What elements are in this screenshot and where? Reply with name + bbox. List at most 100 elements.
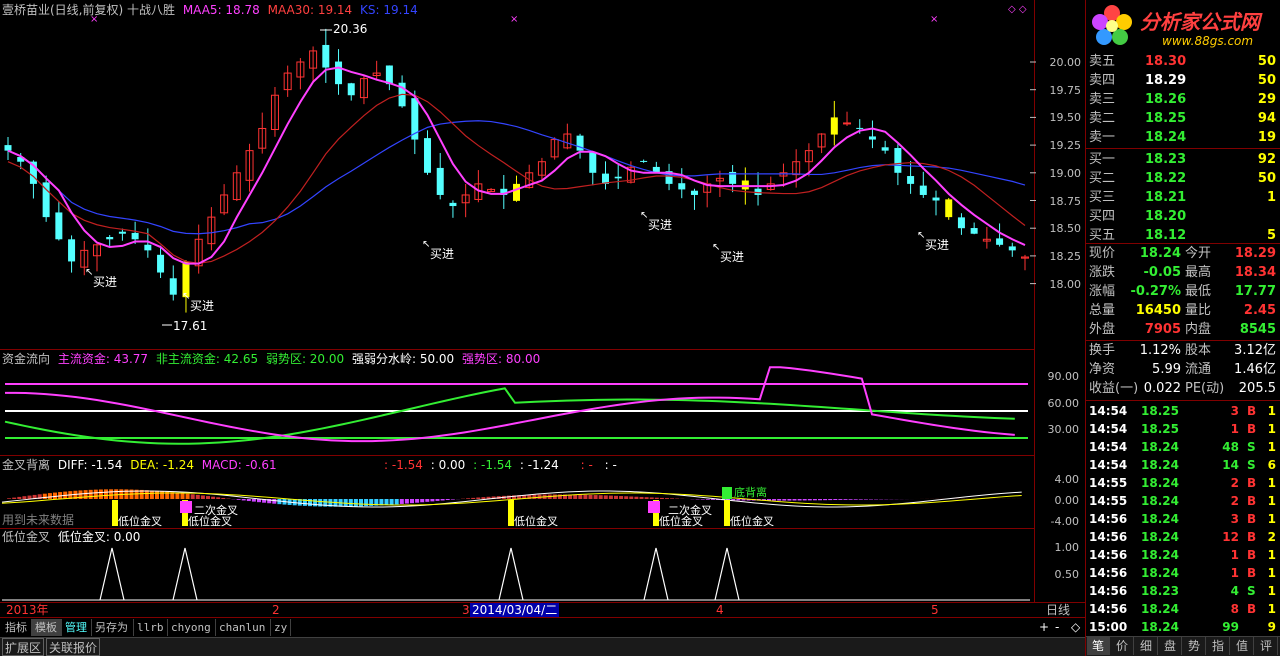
right-tab-6[interactable]: 值 bbox=[1231, 637, 1254, 655]
tick-row[interactable]: 14:55 18.24 2 B 1 bbox=[1087, 474, 1280, 492]
quote-row: 现价 18.24 今开 18.29 bbox=[1087, 244, 1280, 263]
tick-vol: 3 bbox=[1230, 512, 1239, 526]
tick-row[interactable]: 14:54 18.25 3 B 1 bbox=[1087, 402, 1280, 420]
date-m4: 4 bbox=[716, 603, 724, 617]
macd-axis-m4: -4.00 bbox=[1050, 515, 1079, 528]
tick-row[interactable]: 14:56 18.24 1 B 1 bbox=[1087, 546, 1280, 564]
tick-row[interactable]: 14:56 18.24 1 B 1 bbox=[1087, 564, 1280, 582]
tick-side: B bbox=[1247, 512, 1257, 526]
layout-toggle-icon[interactable]: ◇ bbox=[1071, 620, 1080, 634]
tick-n: 1 bbox=[1267, 440, 1276, 454]
toolbar-button-3[interactable]: 另存为 bbox=[92, 619, 134, 636]
orderbook-level: 买三 bbox=[1089, 190, 1116, 205]
tick-n: 1 bbox=[1267, 584, 1276, 598]
orderbook-row[interactable]: 卖二 18.25 94 bbox=[1087, 109, 1280, 128]
tick-time: 14:55 bbox=[1089, 476, 1128, 490]
tab-extension[interactable]: 扩展区 bbox=[2, 638, 44, 656]
toolbar-button-6[interactable]: chanlun bbox=[216, 619, 271, 636]
orderbook-volume: 29 bbox=[1257, 92, 1276, 107]
orderbook-level: 买一 bbox=[1089, 152, 1116, 167]
toolbar-button-5[interactable]: chyong bbox=[168, 619, 216, 636]
right-tab-1[interactable]: 价 bbox=[1111, 637, 1134, 655]
macd-label: MACD: -0.61 bbox=[201, 458, 277, 472]
orderbook-level: 卖一 bbox=[1089, 130, 1116, 145]
tick-row[interactable]: 15:00 18.24 99 9 bbox=[1087, 618, 1280, 636]
orderbook-price: 18.21 bbox=[1145, 190, 1187, 205]
lowcross-header: 低位金叉 低位金叉: 0.00 bbox=[2, 530, 140, 544]
second-cross-label: 二次金叉 bbox=[668, 504, 712, 517]
toolbar-button-1[interactable]: 模板 bbox=[32, 619, 62, 636]
tick-vol: 12 bbox=[1222, 530, 1239, 544]
stats-v2: 3.12亿 bbox=[1234, 343, 1276, 358]
orderbook-row[interactable]: 卖一 18.24 19 bbox=[1087, 128, 1280, 147]
macd-extra: : -1.54 : 0.00 : -1.54 : -1.24 : - : - bbox=[384, 458, 617, 472]
right-tab-5[interactable]: 指 bbox=[1207, 637, 1230, 655]
orderbook-row[interactable]: 买一 18.23 92 bbox=[1087, 150, 1280, 169]
tick-n: 1 bbox=[1267, 548, 1276, 562]
quote-row: 总量 16450 量比 2.45 bbox=[1087, 301, 1280, 320]
quote-l1: 现价 bbox=[1089, 246, 1116, 261]
tick-price: 18.25 bbox=[1141, 404, 1179, 418]
orderbook-price: 18.22 bbox=[1145, 171, 1187, 186]
tick-time: 14:55 bbox=[1089, 494, 1128, 508]
future-data-note: 用到未来数据 bbox=[2, 513, 75, 527]
tick-row[interactable]: 14:55 18.24 2 B 1 bbox=[1087, 492, 1280, 510]
nonmain-fund-label: 非主流资金: 42.65 bbox=[155, 352, 259, 366]
orderbook-level: 卖三 bbox=[1089, 92, 1116, 107]
orderbook-volume: 1 bbox=[1266, 190, 1276, 205]
tick-row[interactable]: 14:56 18.23 4 S 1 bbox=[1087, 582, 1280, 600]
quote-l1: 总量 bbox=[1089, 303, 1116, 318]
toolbar-button-0[interactable]: 指标 bbox=[2, 619, 32, 636]
tick-row[interactable]: 14:56 18.24 8 B 1 bbox=[1087, 600, 1280, 618]
tick-price: 18.24 bbox=[1141, 548, 1179, 562]
logo-title: 分析家公式网 bbox=[1140, 10, 1260, 34]
right-tab-4[interactable]: 势 bbox=[1183, 637, 1206, 655]
quote-v1: -0.27% bbox=[1130, 284, 1182, 299]
orderbook-volume: 92 bbox=[1257, 152, 1276, 167]
quote-l1: 涨幅 bbox=[1089, 284, 1116, 299]
tick-vol: 2 bbox=[1230, 494, 1239, 508]
tick-side: B bbox=[1247, 476, 1257, 490]
right-tab-0[interactable]: 笔 bbox=[1087, 637, 1110, 655]
quote-l2: 内盘 bbox=[1185, 322, 1212, 337]
quote-v1: -0.05 bbox=[1143, 265, 1181, 280]
orderbook-row[interactable]: 卖五 18.30 50 bbox=[1087, 52, 1280, 71]
orderbook-volume: 50 bbox=[1257, 73, 1276, 88]
tick-row[interactable]: 14:54 18.24 14 S 6 bbox=[1087, 456, 1280, 474]
tick-side: B bbox=[1247, 566, 1257, 580]
right-tab-7[interactable]: 评 bbox=[1255, 637, 1278, 655]
orderbook-row[interactable]: 买三 18.21 1 bbox=[1087, 188, 1280, 207]
stats-l2: PE(动) bbox=[1185, 381, 1225, 396]
tick-row[interactable]: 14:54 18.25 1 B 1 bbox=[1087, 420, 1280, 438]
zoom-out-button[interactable]: - bbox=[1055, 620, 1059, 634]
lowcross-axis-05: 0.50 bbox=[1054, 568, 1080, 581]
tick-time: 14:56 bbox=[1089, 602, 1128, 616]
tick-side: B bbox=[1247, 548, 1257, 562]
right-tab-2[interactable]: 细 bbox=[1135, 637, 1158, 655]
tick-row[interactable]: 14:56 18.24 3 B 1 bbox=[1087, 510, 1280, 528]
orderbook-price: 18.30 bbox=[1145, 54, 1187, 69]
toolbar-button-2[interactable]: 管理 bbox=[62, 619, 92, 636]
tick-n: 9 bbox=[1267, 620, 1276, 634]
tick-time: 14:56 bbox=[1089, 566, 1128, 580]
toolbar-button-7[interactable]: zy bbox=[271, 619, 291, 636]
tab-related-quotes[interactable]: 关联报价 bbox=[46, 638, 100, 656]
tick-vol: 8 bbox=[1230, 602, 1239, 616]
zoom-in-button[interactable]: + bbox=[1039, 620, 1049, 634]
tick-row[interactable]: 14:56 18.24 12 B 2 bbox=[1087, 528, 1280, 546]
lowcross-panel[interactable] bbox=[0, 529, 1035, 602]
price-axis-label: 18.25 bbox=[1049, 249, 1082, 263]
orderbook-row[interactable]: 买四 18.20 bbox=[1087, 207, 1280, 226]
orderbook-row[interactable]: 卖三 18.26 29 bbox=[1087, 90, 1280, 109]
orderbook-row[interactable]: 买二 18.22 50 bbox=[1087, 169, 1280, 188]
quote-row: 涨跌 -0.05 最高 18.34 bbox=[1087, 263, 1280, 282]
lowcross-value: 低位金叉: 0.00 bbox=[57, 530, 141, 544]
right-tab-3[interactable]: 盘 bbox=[1159, 637, 1182, 655]
tick-n: 1 bbox=[1267, 566, 1276, 580]
price-axis-label: 19.25 bbox=[1049, 139, 1082, 153]
tick-row[interactable]: 14:54 18.24 48 S 1 bbox=[1087, 438, 1280, 456]
tick-price: 18.24 bbox=[1141, 440, 1179, 454]
tick-n: 1 bbox=[1267, 404, 1276, 418]
orderbook-row[interactable]: 卖四 18.29 50 bbox=[1087, 71, 1280, 90]
toolbar-button-4[interactable]: llrb bbox=[134, 619, 168, 636]
